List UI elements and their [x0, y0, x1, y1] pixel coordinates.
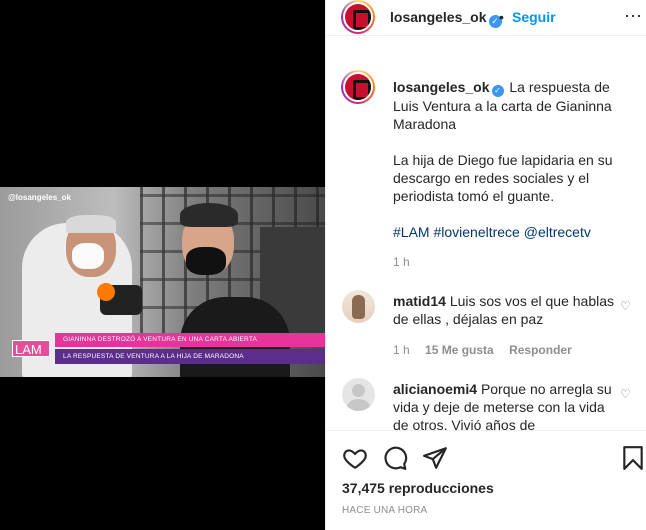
caption-hashtags[interactable]: #LAM #lovieneltrece @eltrecetv [393, 223, 633, 241]
comment-item: alicianoemi4 Porque no arregla su vida y… [393, 380, 618, 430]
comment-meta: 1 h 15 Me gusta Responder [393, 343, 584, 357]
comment-icon[interactable] [382, 445, 408, 471]
person-hair [180, 203, 238, 227]
verified-icon: ✓ [491, 85, 504, 97]
microphone-flag [97, 283, 115, 301]
like-heart-icon[interactable] [342, 445, 368, 471]
comment-avatar[interactable] [342, 378, 375, 411]
media-panel: @losangeles_ok LAM GIANINNA DESTROZÓ A V… [0, 0, 325, 530]
white-mask [72, 243, 104, 269]
comment-username[interactable]: alicianoemi4 [393, 381, 477, 397]
account-avatar[interactable] [341, 0, 375, 34]
views-label: reproducciones [388, 480, 494, 496]
black-mask [186, 247, 226, 275]
follow-button[interactable]: Seguir [512, 9, 556, 25]
share-icon[interactable] [422, 445, 448, 471]
like-comment-heart-icon[interactable]: ♡ [620, 387, 631, 401]
post-timestamp: HACE UNA HORA [342, 505, 428, 516]
video-watermark: @losangeles_ok [8, 193, 71, 202]
caption-avatar[interactable] [341, 70, 375, 104]
reply-button[interactable]: Responder [509, 343, 572, 357]
video-player[interactable]: @losangeles_ok LAM GIANINNA DESTROZÓ A V… [0, 187, 325, 377]
caption-username[interactable]: losangeles_ok [393, 79, 490, 95]
comment-avatar[interactable] [342, 290, 375, 323]
lam-logo: LAM [12, 340, 50, 357]
header-username-row: losangeles_ok ✓ [390, 9, 502, 28]
more-icon[interactable]: ⋯ [624, 6, 642, 27]
post-header: losangeles_ok ✓ • Seguir ⋯ [326, 0, 646, 36]
comment-item: matid14 Luis sos vos el que hablas de el… [393, 292, 618, 328]
post-details: losangeles_ok ✓ • Seguir ⋯ losangeles_ok ✓… [325, 0, 646, 530]
post-caption: losangeles_ok ✓ La respuesta de Luis Vent… [393, 78, 633, 241]
comment-time: 1 h [393, 343, 410, 357]
headline-band-top: GIANINNA DESTROZÓ A VENTURA EN UNA CARTA… [55, 333, 325, 347]
views-count: 37,475 reproducciones [342, 480, 494, 496]
header-username[interactable]: losangeles_ok [390, 9, 487, 25]
comment-username[interactable]: matid14 [393, 293, 446, 309]
person-hair [66, 215, 116, 233]
bookmark-icon[interactable] [620, 445, 646, 471]
comment-likes[interactable]: 15 Me gusta [425, 343, 494, 357]
header-separator: • [499, 9, 504, 25]
headline-band-bottom: LA RESPUESTA DE VENTURA A LA HIJA DE MAR… [55, 349, 325, 364]
caption-paragraph: La hija de Diego fue lapidaria en su des… [393, 152, 613, 204]
like-comment-heart-icon[interactable]: ♡ [620, 299, 631, 313]
views-number: 37,475 [342, 480, 385, 496]
post-actions: 37,475 reproducciones HACE UNA HORA [326, 430, 646, 530]
caption-time: 1 h [393, 255, 410, 269]
